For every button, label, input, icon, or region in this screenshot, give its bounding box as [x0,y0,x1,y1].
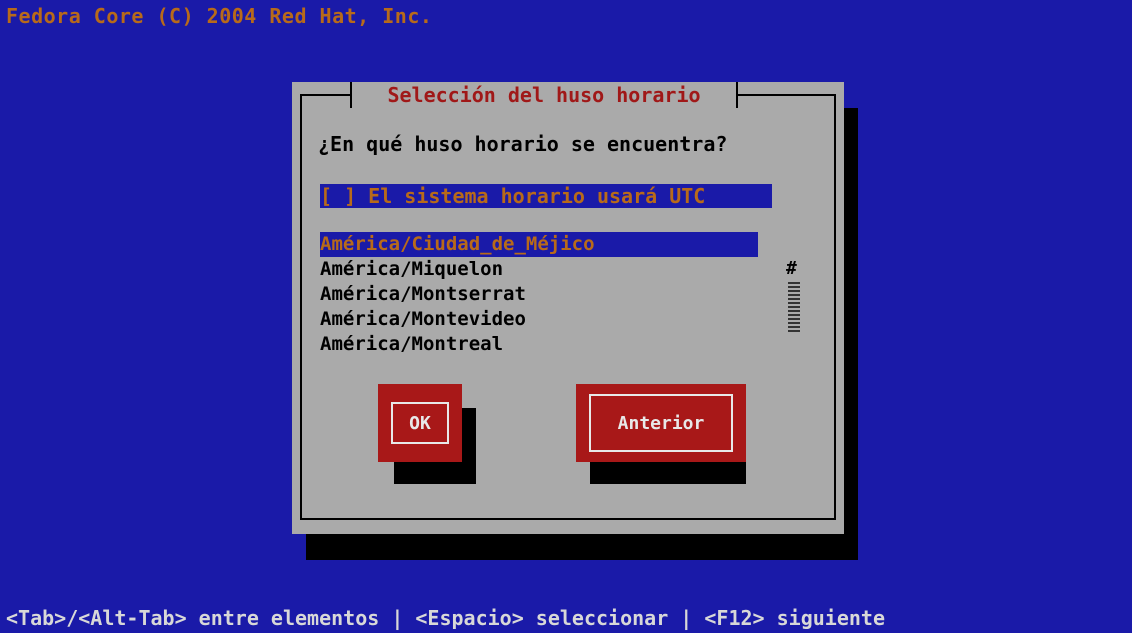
utc-checkbox[interactable]: [ ] El sistema horario usará UTC [320,184,772,208]
dialog-title-box: Selección del huso horario [350,82,738,108]
timezone-item[interactable]: América/Miquelon [320,257,758,282]
installer-header: Fedora Core (C) 2004 Red Hat, Inc. [6,4,433,28]
scrollbar-thumb[interactable] [788,282,800,332]
keyboard-help: <Tab>/<Alt-Tab> entre elementos | <Espac… [6,606,885,630]
timezone-dialog: Selección del huso horario ¿En qué huso … [292,82,844,534]
timezone-question: ¿En qué huso horario se encuentra? [318,132,728,156]
back-button-label: Anterior [617,412,705,434]
ok-button[interactable]: OK [378,384,462,462]
timezone-item[interactable]: América/Montevideo [320,307,758,332]
timezone-item[interactable]: América/Montreal [320,332,758,357]
back-button[interactable]: Anterior [576,384,746,462]
dialog-title: Selección del huso horario [387,83,701,107]
timezone-item[interactable]: América/Montserrat [320,282,758,307]
timezone-item-selected[interactable]: América/Ciudad_de_Méjico [320,232,758,257]
ok-button-label: OK [409,412,431,434]
scroll-indicator: # [786,258,797,279]
timezone-list[interactable]: América/Ciudad_de_Méjico América/Miquelo… [320,232,758,357]
